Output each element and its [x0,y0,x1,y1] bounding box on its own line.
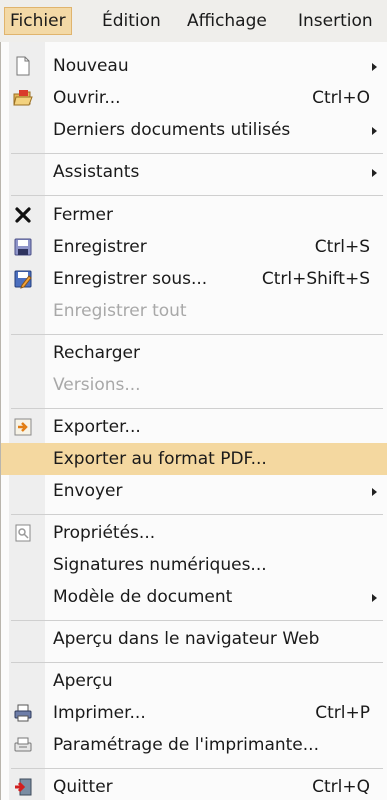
menu-item-label: Ouvrir... [53,88,121,108]
menu-item-enregistrer-tout: Enregistrer tout [1,295,387,327]
submenu-arrow-icon [372,169,377,177]
separator [11,195,383,196]
fichier-dropdown: Nouveau Ouvrir... Ctrl+O Derniers docume… [0,42,387,800]
properties-icon [15,524,31,542]
menu-item-assistants[interactable]: Assistants [1,156,387,188]
submenu-arrow-icon [372,127,377,135]
close-x-icon [15,207,31,223]
menu-item-label: Exporter au format PDF... [53,449,267,469]
separator [11,768,383,769]
menu-item-apercu[interactable]: Aperçu [1,665,387,697]
menu-item-imprimer[interactable]: Imprimer... Ctrl+P [1,697,387,729]
menu-item-label: Enregistrer [53,237,147,257]
shortcut-label: Ctrl+Shift+S [261,269,370,289]
menu-insertion-label: Insertion [298,11,373,31]
menu-item-exporter[interactable]: Exporter... [1,411,387,443]
menu-item-label: Modèle de document [53,587,233,607]
menu-item-label: Nouveau [53,56,129,76]
menu-fichier-label: Fichier [10,11,66,31]
separator [11,334,383,335]
menu-item-label: Enregistrer tout [53,301,187,321]
menu-item-nouveau[interactable]: Nouveau [1,50,387,82]
menu-item-label: Derniers documents utilisés [53,120,291,140]
menu-item-label: Propriétés... [53,523,156,543]
submenu-arrow-icon [372,63,377,71]
printer-icon [14,704,32,722]
menu-insertion[interactable]: Insertion [293,8,378,34]
menu-edition-label: Édition [102,11,161,31]
menu-item-parametrage-imprimante[interactable]: Paramétrage de l'imprimante... [1,729,387,761]
new-document-icon [16,56,30,76]
menu-item-envoyer[interactable]: Envoyer [1,475,387,507]
menu-item-label: Aperçu dans le navigateur Web [53,629,320,649]
separator [11,620,383,621]
separator [11,662,383,663]
menu-item-label: Signatures numériques... [53,555,267,575]
menu-fichier[interactable]: Fichier [4,7,72,35]
menu-item-exporter-pdf[interactable]: Exporter au format PDF... [1,443,387,475]
menu-item-label: Imprimer... [53,703,146,723]
menu-affichage-label: Affichage [187,11,267,31]
menu-item-label: Assistants [53,162,140,182]
menu-item-recharger[interactable]: Recharger [1,337,387,369]
save-disk-icon [14,238,32,256]
menu-item-signatures-numeriques[interactable]: Signatures numériques... [1,549,387,581]
menubar: Fichier Édition Affichage Insertion [0,0,387,43]
menu-item-label: Enregistrer sous... [53,269,208,289]
open-folder-icon [13,90,33,106]
separator [11,514,383,515]
menu-item-label: Exporter... [53,417,141,437]
shortcut-label: Ctrl+S [314,237,370,257]
menu-item-label: Aperçu [53,671,113,691]
menu-item-label: Fermer [53,205,114,225]
menu-item-proprietes[interactable]: Propriétés... [1,517,387,549]
export-icon [14,418,32,436]
menu-item-label: Envoyer [53,481,123,501]
menu-item-label: Paramétrage de l'imprimante... [53,735,319,755]
shortcut-label: Ctrl+P [315,703,370,723]
menu-edition[interactable]: Édition [97,8,166,34]
menu-item-ouvrir[interactable]: Ouvrir... Ctrl+O [1,82,387,114]
menu-item-versions: Versions... [1,369,387,401]
submenu-arrow-icon [372,488,377,496]
separator [11,153,383,154]
menu-item-modele-de-document[interactable]: Modèle de document [1,581,387,613]
menu-item-label: Quitter [53,777,113,797]
submenu-arrow-icon [372,594,377,602]
save-as-icon [14,270,32,289]
menu-item-fermer[interactable]: Fermer [1,199,387,231]
menu-item-label: Versions... [53,375,141,395]
menu-item-derniers-documents[interactable]: Derniers documents utilisés [1,114,387,146]
separator [11,408,383,409]
printer-setup-icon [14,737,32,752]
quit-icon [15,778,32,796]
menu-item-enregistrer-sous[interactable]: Enregistrer sous... Ctrl+Shift+S [1,263,387,295]
menu-item-quitter[interactable]: Quitter Ctrl+Q [1,771,387,803]
menu-item-label: Recharger [53,343,140,363]
shortcut-label: Ctrl+Q [312,777,370,797]
menu-item-apercu-navigateur[interactable]: Aperçu dans le navigateur Web [1,623,387,655]
shortcut-label: Ctrl+O [312,88,370,108]
menu-item-enregistrer[interactable]: Enregistrer Ctrl+S [1,231,387,263]
menu-affichage[interactable]: Affichage [182,8,272,34]
